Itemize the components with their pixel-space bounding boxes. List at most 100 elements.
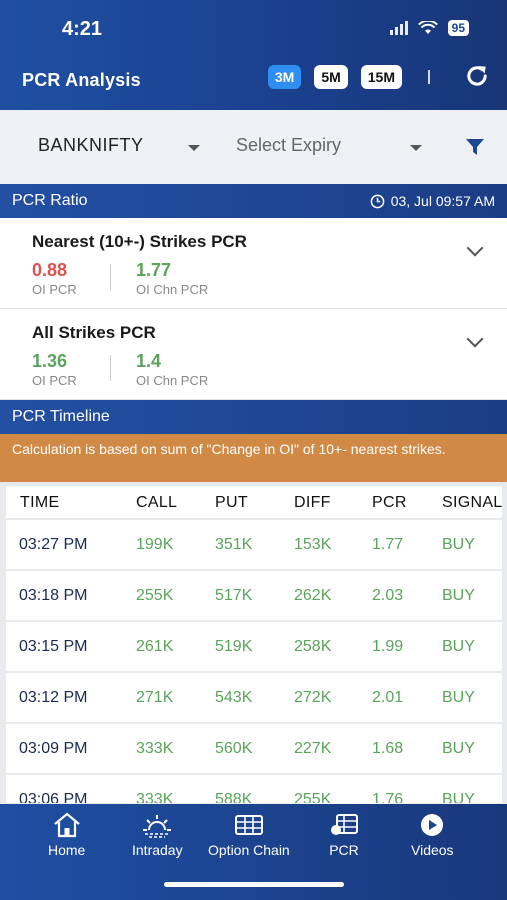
interval-5m-button[interactable]: 5M <box>314 65 348 89</box>
table-cell: 03:09 PM <box>19 740 88 757</box>
table-cell: 1.76 <box>372 791 404 803</box>
sun-icon <box>143 815 172 838</box>
table-cell: 2.03 <box>372 587 404 604</box>
table-cell: 517K <box>215 587 253 604</box>
nav-pcr[interactable]: PCR <box>329 812 359 858</box>
chevron-down-icon[interactable] <box>466 239 484 257</box>
table-cell: 2.01 <box>372 689 404 706</box>
all-strikes-card[interactable]: All Strikes PCR 1.36 OI PCR 1.4 OI Chn P… <box>0 309 507 400</box>
table-cell: 333K <box>136 791 174 803</box>
table-cell: 588K <box>215 791 253 803</box>
table-cell: 1.99 <box>372 638 404 655</box>
interval-selector: 3M 5M 15M <box>267 65 402 89</box>
table-icon <box>234 815 263 835</box>
clock-icon <box>370 194 385 208</box>
column-header: TIME <box>20 494 60 511</box>
nav-option-chain[interactable]: Option Chain <box>208 812 290 858</box>
table-row[interactable]: 03:27 PM 199K 351K 153K 1.77 BUY <box>6 520 502 569</box>
card-title: Nearest (10+-) Strikes PCR <box>32 232 247 251</box>
section-title: PCR Ratio <box>12 192 88 209</box>
oi-pcr-value: 0.88 <box>32 260 68 280</box>
expiry-chevron-down-icon[interactable] <box>410 145 422 151</box>
table-cell: 255K <box>294 791 332 803</box>
table-cell: 261K <box>136 638 174 655</box>
interval-15m-button[interactable]: 15M <box>360 65 402 89</box>
nav-label: Home <box>48 842 86 858</box>
table-header: TIME CALL PUT DIFF PCR SIGNAL <box>6 486 502 518</box>
section-title: PCR Timeline <box>12 408 110 425</box>
expiry-dropdown[interactable]: Select Expiry <box>236 135 341 156</box>
table-cell: 543K <box>215 689 253 706</box>
status-bar: 4:21 95 <box>0 14 507 44</box>
oi-chn-pcr-metric: 1.4 OI Chn PCR <box>136 351 208 388</box>
oi-chn-pcr-label: OI Chn PCR <box>136 282 209 297</box>
table-cell: 560K <box>215 740 253 757</box>
table-cell: 519K <box>215 638 253 655</box>
wifi-icon <box>417 21 438 34</box>
status-icons: 95 <box>389 20 469 36</box>
signal-icon <box>389 21 408 35</box>
table-cell: 351K <box>215 536 253 553</box>
table-cell: 03:12 PM <box>19 689 88 706</box>
table-cell: 272K <box>294 689 332 706</box>
oi-chn-pcr-label: OI Chn PCR <box>136 373 209 388</box>
oi-pcr-metric: 0.88 OI PCR <box>32 260 77 297</box>
table-cell: 1.68 <box>372 740 404 757</box>
symbol-dropdown[interactable]: BANKNIFTY <box>38 135 144 156</box>
nav-label: PCR <box>329 842 359 858</box>
filter-bar: BANKNIFTY Select Expiry <box>0 110 507 184</box>
metric-divider <box>110 355 111 381</box>
nav-label: Videos <box>411 842 454 858</box>
nav-label: Intraday <box>132 842 183 858</box>
app-header: 4:21 95 PCR Analysis 3M 5M 15M <box>0 0 507 110</box>
column-header: PUT <box>215 494 248 511</box>
battery-icon: 95 <box>447 20 469 36</box>
refresh-icon[interactable] <box>463 62 491 90</box>
nearest-strikes-card[interactable]: Nearest (10+-) Strikes PCR 0.88 OI PCR 1… <box>0 218 507 309</box>
table-row[interactable]: 03:12 PM 271K 543K 272K 2.01 BUY <box>6 673 502 722</box>
calculation-notice: Calculation is based on sum of "Change i… <box>0 434 507 482</box>
nav-intraday[interactable]: Intraday <box>132 812 183 858</box>
table-cell: 258K <box>294 638 332 655</box>
status-time: 4:21 <box>62 18 103 40</box>
chevron-down-icon[interactable] <box>466 330 484 348</box>
timestamp: 03, Jul 09:57 AM <box>370 193 495 209</box>
timeline-table[interactable]: TIME CALL PUT DIFF PCR SIGNAL 03:27 PM 19… <box>6 486 502 803</box>
oi-pcr-label: OI PCR <box>32 282 77 297</box>
table-cell: 03:06 PM <box>19 791 88 803</box>
play-icon <box>421 814 444 836</box>
oi-pcr-value: 1.36 <box>32 351 68 371</box>
table-cell: 262K <box>294 587 332 604</box>
nav-home[interactable]: Home <box>48 812 85 858</box>
table-cell: 1.77 <box>372 536 404 553</box>
table-cell: BUY <box>442 689 475 706</box>
symbol-chevron-down-icon[interactable] <box>188 145 200 151</box>
oi-chn-pcr-metric: 1.77 OI Chn PCR <box>136 260 208 297</box>
header-divider <box>428 70 430 84</box>
table-cell: BUY <box>442 638 475 655</box>
table-cell: 03:15 PM <box>19 638 88 655</box>
column-header: PCR <box>372 494 407 511</box>
table-cell: 227K <box>294 740 332 757</box>
filter-icon[interactable] <box>465 137 485 157</box>
column-header: CALL <box>136 494 178 511</box>
home-icon <box>53 812 80 838</box>
metric-divider <box>110 264 111 290</box>
interval-3m-button[interactable]: 3M <box>267 65 302 89</box>
page-title: PCR Analysis <box>22 70 141 90</box>
column-header: DIFF <box>294 494 331 511</box>
table-row[interactable]: 03:18 PM 255K 517K 262K 2.03 BUY <box>6 571 502 620</box>
column-header: SIGNAL <box>442 494 502 511</box>
table-cell: 199K <box>136 536 174 553</box>
table-cell: BUY <box>442 587 475 604</box>
card-title: All Strikes PCR <box>32 323 156 342</box>
table-row[interactable]: 03:15 PM 261K 519K 258K 1.99 BUY <box>6 622 502 671</box>
table-cell: 03:27 PM <box>19 536 88 553</box>
table-row[interactable]: 03:06 PM 333K 588K 255K 1.76 BUY <box>6 775 502 803</box>
table-row[interactable]: 03:09 PM 333K 560K 227K 1.68 BUY <box>6 724 502 773</box>
nav-label: Option Chain <box>208 842 290 858</box>
oi-chn-pcr-value: 1.77 <box>136 260 172 280</box>
nav-videos[interactable]: Videos <box>411 812 454 858</box>
table-cell: 03:18 PM <box>19 587 88 604</box>
pcr-ratio-header: PCR Ratio 03, Jul 09:57 AM <box>0 184 507 218</box>
